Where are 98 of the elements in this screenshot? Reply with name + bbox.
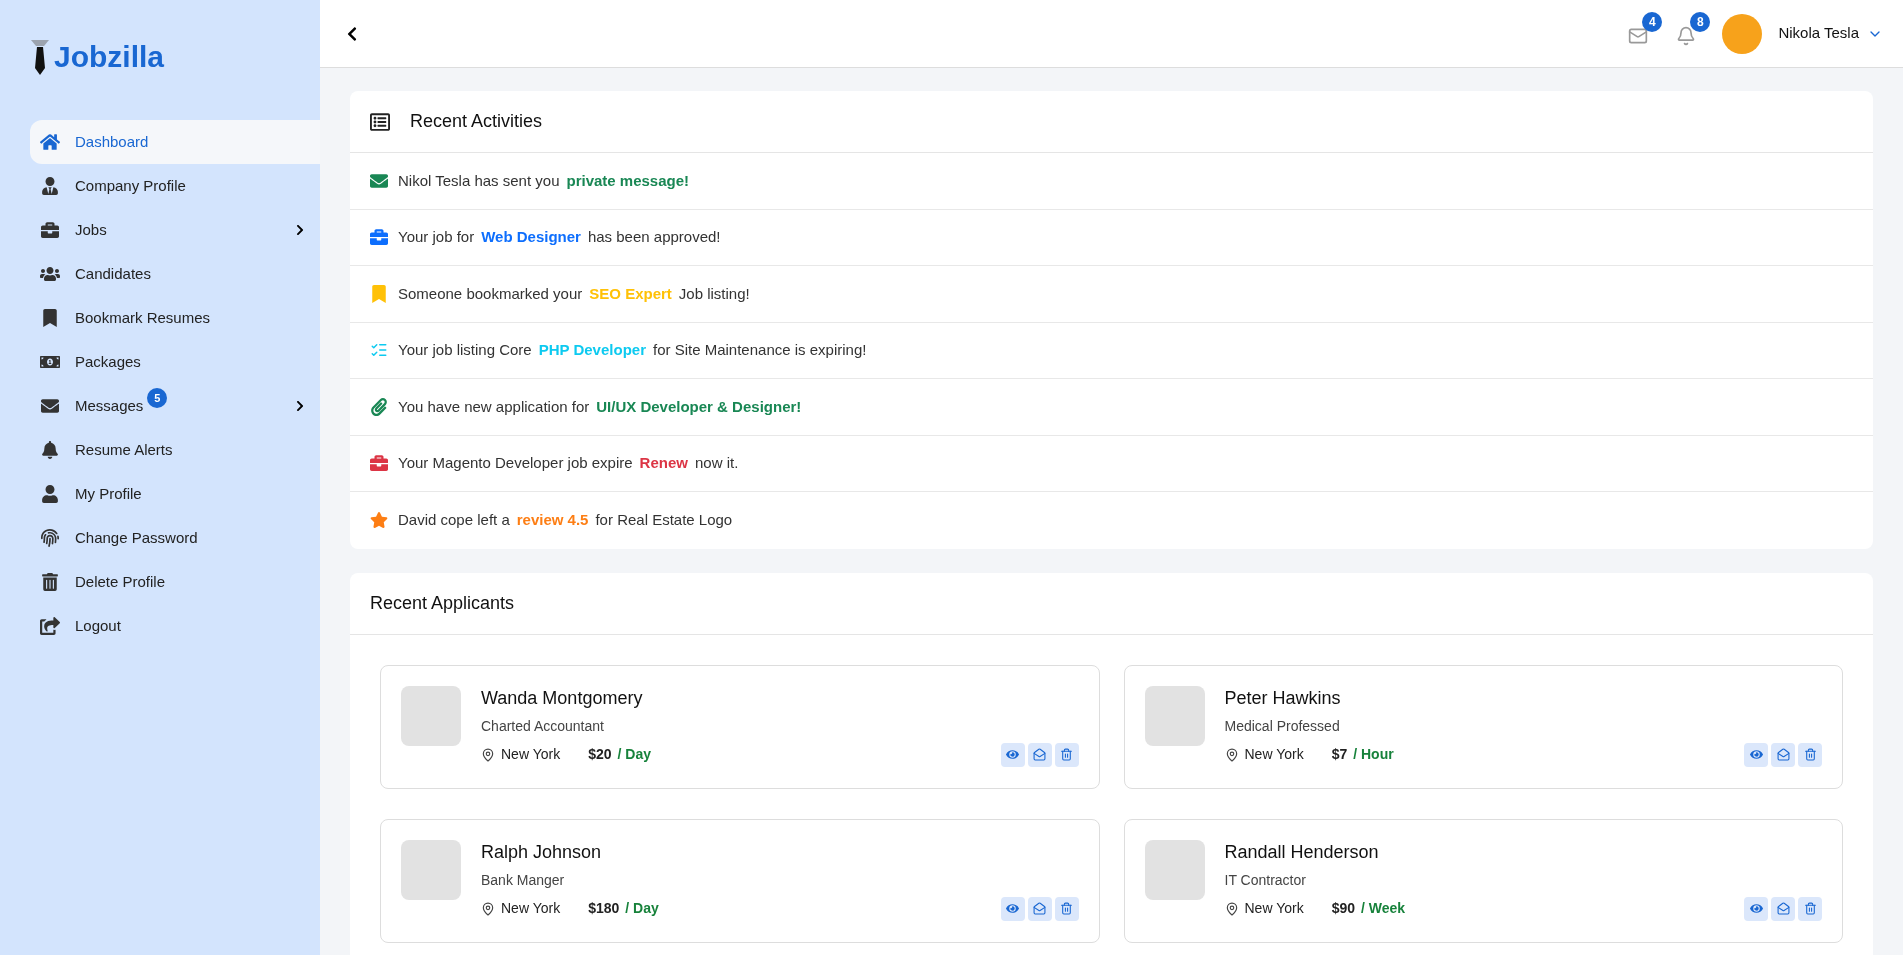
- view-button[interactable]: [1000, 896, 1025, 921]
- message-button[interactable]: [1027, 896, 1052, 921]
- rate-period: / Day: [617, 745, 651, 764]
- avatar-placeholder: [1722, 13, 1763, 54]
- bell-icon: [40, 441, 60, 459]
- tie-logo-icon: [30, 38, 50, 76]
- applicant-role: IT Contractor: [1224, 870, 1307, 890]
- delete-button[interactable]: [1054, 896, 1079, 921]
- applicant-role: Bank Manger: [481, 870, 566, 890]
- logo-text: Jobzilla: [54, 42, 165, 72]
- eye-icon: [1749, 748, 1763, 761]
- users-icon: [40, 265, 60, 283]
- location-pin-icon: [481, 747, 495, 762]
- view-button[interactable]: [1000, 742, 1025, 767]
- photo-placeholder: [1144, 685, 1205, 746]
- rate-text: $20: [588, 745, 612, 764]
- photo-placeholder: [1144, 839, 1205, 900]
- home-icon: [40, 133, 60, 151]
- location-text: New York: [501, 899, 561, 918]
- card-title: Recent Applicants: [370, 591, 515, 615]
- activity-text: Nikol Tesla has sent you private message!: [398, 170, 691, 191]
- messages-button[interactable]: 4: [1624, 11, 1663, 50]
- location-text: New York: [1244, 899, 1304, 918]
- list-icon: [370, 111, 390, 132]
- rate-text: $7: [1331, 745, 1348, 764]
- envelope-icon: [40, 397, 60, 415]
- applicant-name: Randall Henderson: [1224, 840, 1380, 864]
- banknote-icon: [40, 353, 60, 371]
- sidebar-item[interactable]: Delete Profile: [30, 560, 320, 604]
- rate-period: / Day: [625, 899, 659, 918]
- fingerprint-icon: [40, 529, 60, 547]
- chevron-right-icon: [294, 224, 306, 236]
- count-badge: 8: [1690, 11, 1711, 32]
- applicant-role: Medical Professed: [1224, 716, 1341, 736]
- chevron-right-icon: [294, 400, 306, 412]
- trash-icon: [1803, 902, 1817, 915]
- trash-icon: [40, 573, 60, 591]
- activity-text: Someone bookmarked your SEO Expert Job listing!: [398, 283, 750, 304]
- photo-placeholder: [401, 839, 461, 900]
- user-icon: [40, 485, 60, 503]
- location-pin-icon: [1224, 901, 1239, 916]
- sidebar-item[interactable]: Change Password: [30, 516, 320, 560]
- open-envelope-icon: [1776, 748, 1790, 761]
- location-text: New York: [501, 745, 561, 764]
- sidebar-item[interactable]: Messages 5: [30, 384, 320, 428]
- open-envelope-icon: [1033, 748, 1046, 761]
- notifications-button[interactable]: 8: [1672, 11, 1711, 50]
- sidebar-item[interactable]: Jobs: [30, 208, 320, 252]
- photo-placeholder: [401, 685, 461, 746]
- sidebar-item[interactable]: Logout: [30, 604, 320, 648]
- open-envelope-icon: [1776, 902, 1790, 915]
- trash-icon: [1803, 748, 1817, 761]
- count-badge: 5: [147, 388, 168, 408]
- rate-period: / Hour: [1353, 745, 1394, 764]
- sidebar-item[interactable]: My Profile: [30, 472, 320, 516]
- trash-icon: [1060, 902, 1073, 915]
- applicant-name: Ralph Johnson: [481, 840, 603, 864]
- applicant-name: Peter Hawkins: [1224, 686, 1342, 710]
- location-pin-icon: [1224, 747, 1239, 762]
- view-button[interactable]: [1744, 896, 1768, 921]
- rate-text: $180: [588, 899, 620, 918]
- open-envelope-icon: [1033, 902, 1046, 915]
- activity-text: Your job listing Core PHP Developer for Site Maintenance is expiring!: [398, 340, 867, 360]
- user-menu-button[interactable]: Nikola Tesla: [1778, 22, 1883, 45]
- logout-icon: [40, 617, 60, 635]
- eye-icon: [1006, 902, 1019, 915]
- card-title: Recent Activities: [410, 110, 543, 133]
- sidebar-item[interactable]: Resume Alerts: [30, 428, 320, 472]
- count-badge: 4: [1642, 11, 1663, 32]
- applicant-name: Wanda Montgomery: [481, 686, 644, 710]
- location-text: New York: [1244, 745, 1304, 764]
- delete-button[interactable]: [1798, 896, 1822, 921]
- bell-icon: [1676, 25, 1697, 46]
- delete-button[interactable]: [1798, 742, 1822, 767]
- activity-text: Your job for Web Designer has been approved!: [398, 227, 721, 247]
- applicant-role: Charted Accountant: [481, 716, 605, 736]
- activity-text: You have new application for UI/UX Developer & Designer!: [398, 396, 803, 417]
- message-button[interactable]: [1027, 742, 1052, 767]
- message-button[interactable]: [1771, 896, 1795, 921]
- rate-text: $90: [1331, 899, 1355, 918]
- sidebar-item[interactable]: Candidates: [30, 252, 320, 296]
- location-pin-icon: [481, 901, 495, 916]
- sidebar-item[interactable]: Bookmark Resumes: [30, 296, 320, 340]
- eye-icon: [1006, 748, 1019, 761]
- briefcase-icon: [40, 221, 60, 239]
- delete-button[interactable]: [1054, 742, 1079, 767]
- activity-text: Your Magento Developer job expire Renew now it.: [398, 453, 739, 473]
- trash-icon: [1060, 748, 1073, 761]
- sidebar-item[interactable]: Company Profile: [30, 164, 320, 208]
- rate-period: / Week: [1361, 899, 1406, 918]
- message-button[interactable]: [1771, 742, 1795, 767]
- sidebar-item[interactable]: Dashboard: [30, 120, 320, 164]
- eye-icon: [1749, 902, 1763, 915]
- user-tie-icon: [40, 177, 60, 195]
- sidebar-item[interactable]: Packages: [30, 340, 320, 384]
- view-button[interactable]: [1744, 742, 1768, 767]
- activity-text: David cope left a review 4.5 for Real Estate Logo: [398, 510, 733, 530]
- bookmark-icon: [40, 309, 60, 327]
